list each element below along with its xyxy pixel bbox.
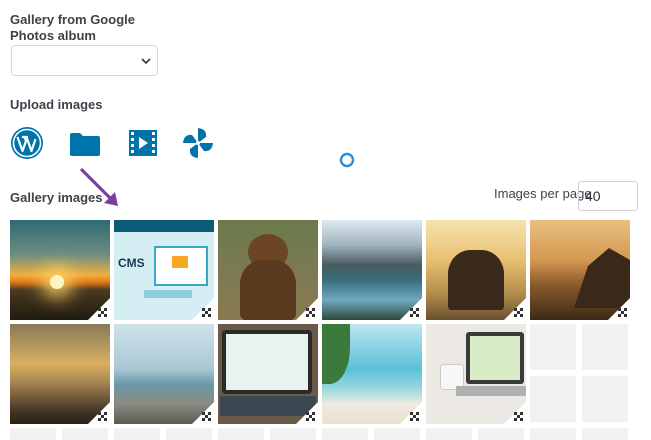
mosaic-icon <box>618 308 627 317</box>
gallery-images-label: Gallery images <box>10 190 103 205</box>
play-graphic <box>172 256 188 268</box>
thumbnail-placeholder <box>270 428 316 440</box>
thumbnail-placeholder <box>530 428 576 440</box>
thumbnail-placeholder <box>530 324 576 370</box>
bear-body-shape <box>240 260 296 320</box>
images-per-page-label: Images per page <box>494 186 592 201</box>
mosaic-icon <box>410 412 419 421</box>
rocky-beach-thumbnail[interactable] <box>114 324 214 424</box>
thumbnail-placeholder <box>114 428 160 440</box>
upload-images-label: Upload images <box>10 97 103 112</box>
tablet-website-thumbnail[interactable] <box>218 324 318 424</box>
mosaic-icon <box>306 412 315 421</box>
mosaic-icon <box>514 412 523 421</box>
people-silhouette-shape <box>448 250 504 310</box>
wordpress-icon[interactable] <box>9 125 45 161</box>
cms-website-thumbnail[interactable]: CMS <box>114 220 214 320</box>
thumbnail-placeholder <box>478 428 524 440</box>
thumbnail-placeholder <box>10 428 56 440</box>
thumbnail-placeholder <box>582 428 628 440</box>
thumbnail-placeholder <box>322 428 368 440</box>
loading-spinner <box>339 152 355 168</box>
mosaic-icon <box>98 308 107 317</box>
thumbnail-banner <box>114 220 214 232</box>
chevron-down-icon <box>141 58 151 65</box>
images-per-page-input[interactable]: 40 <box>578 181 638 211</box>
mosaic-icon <box>410 308 419 317</box>
thumbnail-placeholder <box>582 376 628 422</box>
cms-text-graphic: CMS <box>118 256 145 270</box>
thumbnail-placeholder <box>530 376 576 422</box>
laptop-screen-shape <box>470 336 520 380</box>
folder-icon[interactable] <box>67 125 103 161</box>
mosaic-icon <box>98 412 107 421</box>
google-album-select[interactable] <box>11 45 158 76</box>
mosaic-icon <box>514 308 523 317</box>
mosaic-icon <box>306 308 315 317</box>
sun-shape <box>50 275 64 289</box>
sunset-mountains-thumbnail[interactable] <box>10 220 110 320</box>
palm-tree-shape <box>322 324 350 384</box>
bear-thumbnail[interactable] <box>218 220 318 320</box>
thumbnail-placeholder <box>374 428 420 440</box>
tablet-screen-shape <box>226 334 308 390</box>
coastal-cliff-thumbnail[interactable] <box>530 220 630 320</box>
thumbnail-placeholder <box>218 428 264 440</box>
thumbnail-placeholder <box>62 428 108 440</box>
mosaic-icon <box>202 412 211 421</box>
google-album-label: Gallery from Google Photos album <box>10 12 135 43</box>
thumbnail-placeholder <box>426 428 472 440</box>
friends-sunset-thumbnail[interactable] <box>426 220 526 320</box>
mosaic-icon <box>202 308 211 317</box>
laptop-base-shape <box>456 386 526 396</box>
beach-sunset-thumbnail[interactable] <box>10 324 110 424</box>
mountain-lake-thumbnail[interactable] <box>322 220 422 320</box>
laptop-coffee-thumbnail[interactable] <box>426 324 526 424</box>
thumbnail-placeholder <box>166 428 212 440</box>
keyboard-graphic <box>144 290 192 298</box>
video-icon[interactable] <box>125 125 161 161</box>
pinwheel-icon[interactable] <box>180 125 216 161</box>
tropical-beach-thumbnail[interactable] <box>322 324 422 424</box>
thumbnail-placeholder <box>582 324 628 370</box>
